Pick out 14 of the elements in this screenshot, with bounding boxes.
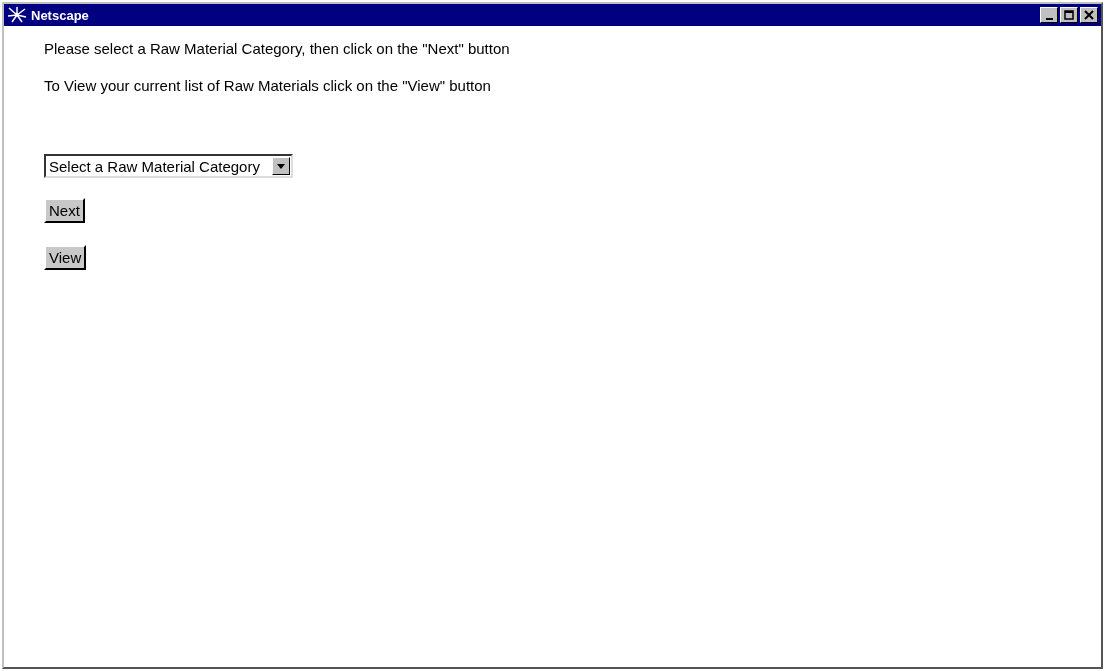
dropdown-arrow-icon (276, 163, 285, 169)
minimize-button[interactable] (1040, 7, 1058, 23)
instruction-text: To View your current list of Raw Materials click on the "View" button (44, 77, 492, 94)
close-icon (1084, 10, 1094, 20)
instruction-text: Please select a Raw Material Category, then click on the "Next" button (44, 40, 511, 57)
minimize-icon (1045, 17, 1053, 20)
form-button[interactable]: Next (44, 198, 85, 223)
category-dropdown[interactable]: Select a Raw Material Category (44, 154, 293, 178)
maximize-icon (1064, 10, 1074, 20)
maximize-button[interactable] (1060, 7, 1078, 23)
window-title: Netscape (31, 7, 89, 23)
close-button[interactable] (1080, 7, 1098, 23)
starburst-icon (7, 7, 27, 23)
form-button[interactable]: View (44, 245, 87, 270)
